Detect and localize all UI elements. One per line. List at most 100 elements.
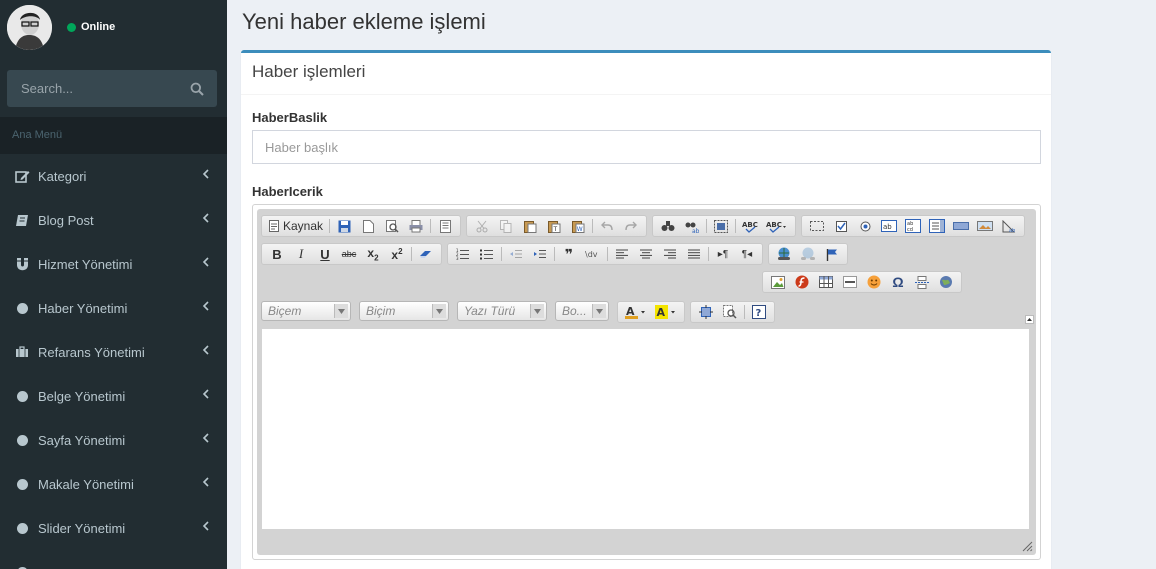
textfield-button[interactable]: ab bbox=[877, 216, 901, 236]
iframe-button[interactable] bbox=[934, 272, 958, 292]
numbered-list-button[interactable]: 123 bbox=[451, 244, 475, 264]
text-color-button[interactable]: A bbox=[621, 302, 651, 322]
superscript-button[interactable]: x2 bbox=[385, 244, 409, 264]
ltr-button[interactable]: ▸¶ bbox=[711, 244, 735, 264]
radio-button[interactable] bbox=[853, 216, 877, 236]
table-button[interactable] bbox=[814, 272, 838, 292]
horizontal-rule-icon bbox=[843, 276, 857, 288]
show-blocks-button[interactable] bbox=[718, 302, 742, 322]
align-right-button[interactable] bbox=[658, 244, 682, 264]
paste-word-button[interactable]: W bbox=[566, 216, 590, 236]
collapse-toolbar-icon[interactable] bbox=[1025, 315, 1034, 324]
radio-icon bbox=[860, 221, 871, 231]
svg-text:ab: ab bbox=[692, 228, 699, 233]
find-button[interactable] bbox=[656, 216, 680, 236]
avatar[interactable] bbox=[7, 5, 52, 50]
sidebar-item-kategori[interactable]: Kategori bbox=[0, 154, 227, 198]
special-char-button[interactable]: Ω bbox=[886, 272, 910, 292]
style-combo-label: Biçem bbox=[268, 304, 302, 318]
sidebar-item-slider[interactable]: Slider Yönetimi bbox=[0, 506, 227, 550]
italic-button[interactable]: I bbox=[289, 244, 313, 264]
rtl-button[interactable]: ¶◂ bbox=[735, 244, 759, 264]
paste-button[interactable] bbox=[518, 216, 542, 236]
bullet-list-button[interactable] bbox=[475, 244, 499, 264]
templates-button[interactable] bbox=[433, 216, 457, 236]
unlink-button[interactable] bbox=[796, 244, 820, 264]
spellcheck-button[interactable]: ABC bbox=[738, 216, 762, 236]
search-button[interactable] bbox=[177, 70, 217, 107]
form-button[interactable] bbox=[805, 216, 829, 236]
superscript-icon: x2 bbox=[391, 246, 403, 262]
undo-button[interactable] bbox=[595, 216, 619, 236]
print-button[interactable] bbox=[404, 216, 428, 236]
subscript-button[interactable]: x2 bbox=[361, 244, 385, 264]
editor-content-area[interactable] bbox=[262, 329, 1029, 529]
hidden-field-button[interactable]: ab bbox=[997, 216, 1021, 236]
sidebar-item-haber[interactable]: Haber Yönetimi bbox=[0, 286, 227, 330]
select-all-button[interactable] bbox=[709, 216, 733, 236]
maximize-button[interactable] bbox=[694, 302, 718, 322]
align-left-button[interactable] bbox=[610, 244, 634, 264]
image-button-button[interactable] bbox=[973, 216, 997, 236]
checkbox-icon bbox=[835, 220, 847, 232]
flash-button[interactable] bbox=[790, 272, 814, 292]
outdent-button[interactable] bbox=[504, 244, 528, 264]
paste-word-icon: W bbox=[571, 220, 585, 233]
copy-icon bbox=[500, 219, 512, 233]
preview-button[interactable] bbox=[380, 216, 404, 236]
hidden-field-icon: ab bbox=[1002, 219, 1015, 233]
sidebar-item-belge[interactable]: Belge Yönetimi bbox=[0, 374, 227, 418]
align-center-button[interactable] bbox=[634, 244, 658, 264]
blockquote-button[interactable]: ❞ bbox=[557, 244, 581, 264]
image-button[interactable] bbox=[766, 272, 790, 292]
anchor-button[interactable] bbox=[820, 244, 844, 264]
svg-text:ABC: ABC bbox=[766, 221, 782, 229]
save-button[interactable] bbox=[332, 216, 356, 236]
indent-button[interactable] bbox=[528, 244, 552, 264]
image-button-icon bbox=[977, 221, 994, 231]
resize-grip-icon[interactable] bbox=[1021, 540, 1033, 552]
button-field-button[interactable] bbox=[949, 216, 973, 236]
sidebar-item-partial[interactable] bbox=[0, 550, 227, 569]
link-button[interactable] bbox=[772, 244, 796, 264]
copy-button[interactable] bbox=[494, 216, 518, 236]
title-input[interactable] bbox=[252, 130, 1041, 164]
style-combo[interactable]: Biçem bbox=[261, 301, 351, 321]
new-page-button[interactable] bbox=[356, 216, 380, 236]
bold-button[interactable]: B bbox=[265, 244, 289, 264]
circle-icon bbox=[14, 564, 30, 569]
redo-button[interactable] bbox=[619, 216, 643, 236]
anchor-icon bbox=[826, 248, 837, 261]
paste-text-button[interactable]: T bbox=[542, 216, 566, 236]
search-input[interactable] bbox=[7, 70, 177, 107]
underline-button[interactable]: U bbox=[313, 244, 337, 264]
font-size-combo[interactable]: Bo... bbox=[555, 301, 609, 321]
spellcheck-dropdown-button[interactable]: ABC bbox=[762, 216, 792, 236]
paste-text-icon: T bbox=[547, 220, 561, 233]
horizontal-rule-button[interactable] bbox=[838, 272, 862, 292]
font-combo[interactable]: Yazı Türü bbox=[457, 301, 547, 321]
text-color-icon: A bbox=[625, 305, 645, 319]
sidebar-item-hizmet[interactable]: Hizmet Yönetimi bbox=[0, 242, 227, 286]
sidebar-item-makale[interactable]: Makale Yönetimi bbox=[0, 462, 227, 506]
page-break-button[interactable] bbox=[910, 272, 934, 292]
strike-button[interactable]: abc bbox=[337, 244, 361, 264]
format-combo[interactable]: Biçim bbox=[359, 301, 449, 321]
about-button[interactable]: ? bbox=[747, 302, 771, 322]
sidebar-item-blog-post[interactable]: Blog Post bbox=[0, 198, 227, 242]
cut-button[interactable] bbox=[470, 216, 494, 236]
sidebar-item-refarans[interactable]: Refarans Yönetimi bbox=[0, 330, 227, 374]
bg-color-button[interactable]: A bbox=[651, 302, 681, 322]
select-field-button[interactable] bbox=[925, 216, 949, 236]
justify-button[interactable] bbox=[682, 244, 706, 264]
textarea-button[interactable]: ab cd bbox=[901, 216, 925, 236]
bullet-list-icon bbox=[480, 249, 493, 260]
remove-format-button[interactable] bbox=[414, 244, 438, 264]
create-div-button[interactable]: \dv bbox=[581, 244, 605, 264]
sidebar-item-sayfa[interactable]: Sayfa Yönetimi bbox=[0, 418, 227, 462]
source-button[interactable]: Kaynak bbox=[265, 216, 327, 236]
replace-button[interactable]: ab bbox=[680, 216, 704, 236]
checkbox-button[interactable] bbox=[829, 216, 853, 236]
smiley-button[interactable] bbox=[862, 272, 886, 292]
svg-text:cd: cd bbox=[907, 227, 913, 233]
